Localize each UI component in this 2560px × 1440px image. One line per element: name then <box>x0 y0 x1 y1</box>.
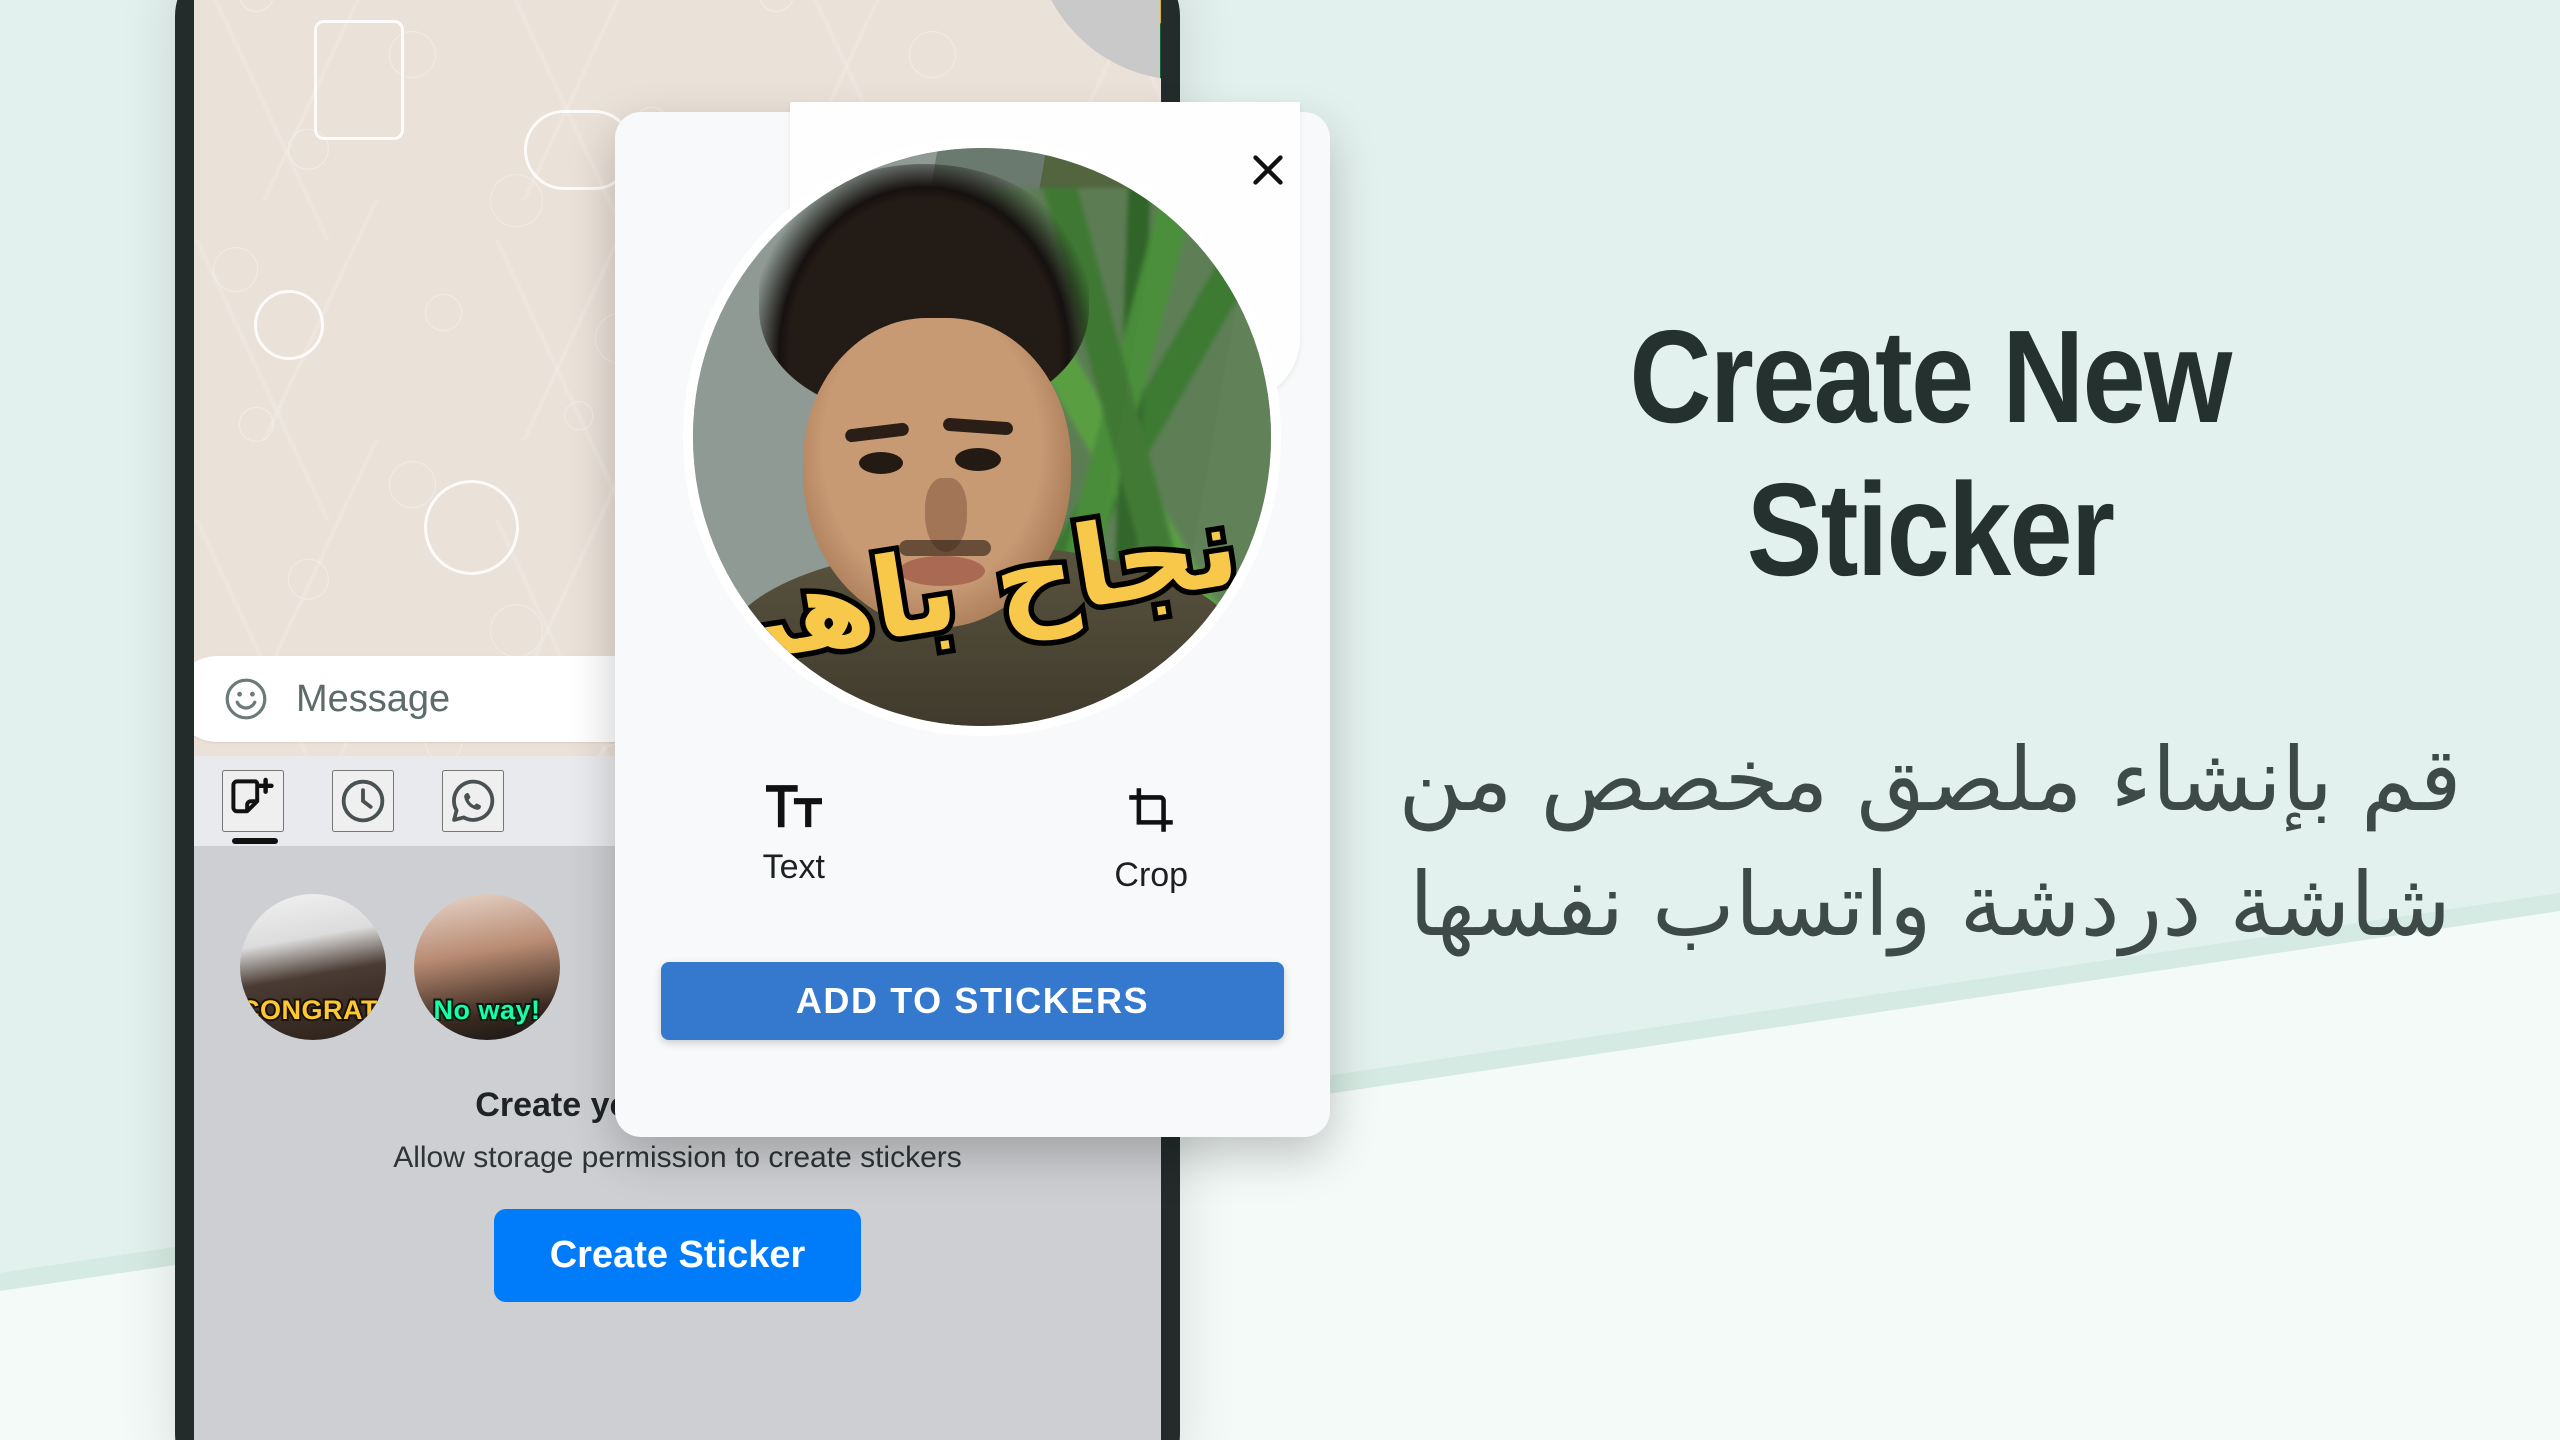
text-tool-label: Text <box>762 848 825 886</box>
promo-subtitle-line-1: قم بإنشاء ملصق مخصص من <box>1398 728 2462 832</box>
sticker-thumb[interactable]: No way! <box>414 894 560 1040</box>
doodle-shape <box>424 480 519 575</box>
promo-copy: Create New Sticker قم بإنشاء ملصق مخصص م… <box>1340 300 2520 968</box>
promo-title: Create New Sticker <box>1423 300 2438 606</box>
smiley-icon <box>225 678 267 720</box>
doodle-shape <box>254 290 324 360</box>
text-format-icon <box>765 785 822 828</box>
preview-photo-eye <box>859 452 903 474</box>
create-sticker-button[interactable]: Create Sticker <box>493 1209 862 1302</box>
sticker-editor-dialog: نجاح باهر Text Crop ADD TO STICKERS <box>615 102 1330 1137</box>
promo-subtitle-line-2: شاشة دردشة واتساب نفسها <box>1409 853 2451 957</box>
doodle-shape <box>314 20 404 140</box>
clipper-body <box>1160 0 1161 80</box>
whatsapp-icon <box>452 779 495 822</box>
clock-icon <box>341 779 385 823</box>
sticker-plus-icon <box>231 777 274 814</box>
text-tool-button[interactable]: Text <box>615 784 973 895</box>
message-placeholder: Message <box>296 677 451 720</box>
crop-tool-label: Crop <box>1114 856 1189 894</box>
editor-tools-row: Text Crop <box>615 784 1330 895</box>
crop-icon <box>1129 788 1174 832</box>
create-sticker-tab[interactable] <box>222 770 284 844</box>
promo-title-line-1: Create New <box>1629 303 2232 450</box>
preview-photo-eye <box>955 448 1001 471</box>
recent-stickers-tab[interactable] <box>332 770 394 832</box>
crop-tool-button[interactable]: Crop <box>973 784 1331 895</box>
sticker-thumb-caption: No way! <box>431 993 542 1027</box>
empty-state-subtitle: Allow storage permission to create stick… <box>393 1141 962 1174</box>
promo-title-line-2: Sticker <box>1746 456 2115 604</box>
sticker-thumb[interactable]: CONGRATS <box>240 894 386 1040</box>
sticker-thumb-list: CONGRATS No way! <box>240 894 560 1040</box>
sticker-preview[interactable]: نجاح باهر <box>693 148 1271 726</box>
whatsapp-stickers-tab[interactable] <box>442 770 504 832</box>
add-to-stickers-button[interactable]: ADD TO STICKERS <box>661 962 1284 1040</box>
sticker-thumb-caption: CONGRATS <box>240 993 386 1027</box>
promo-subtitle: قم بإنشاء ملصق مخصص من شاشة دردشة واتساب… <box>1340 718 2520 968</box>
